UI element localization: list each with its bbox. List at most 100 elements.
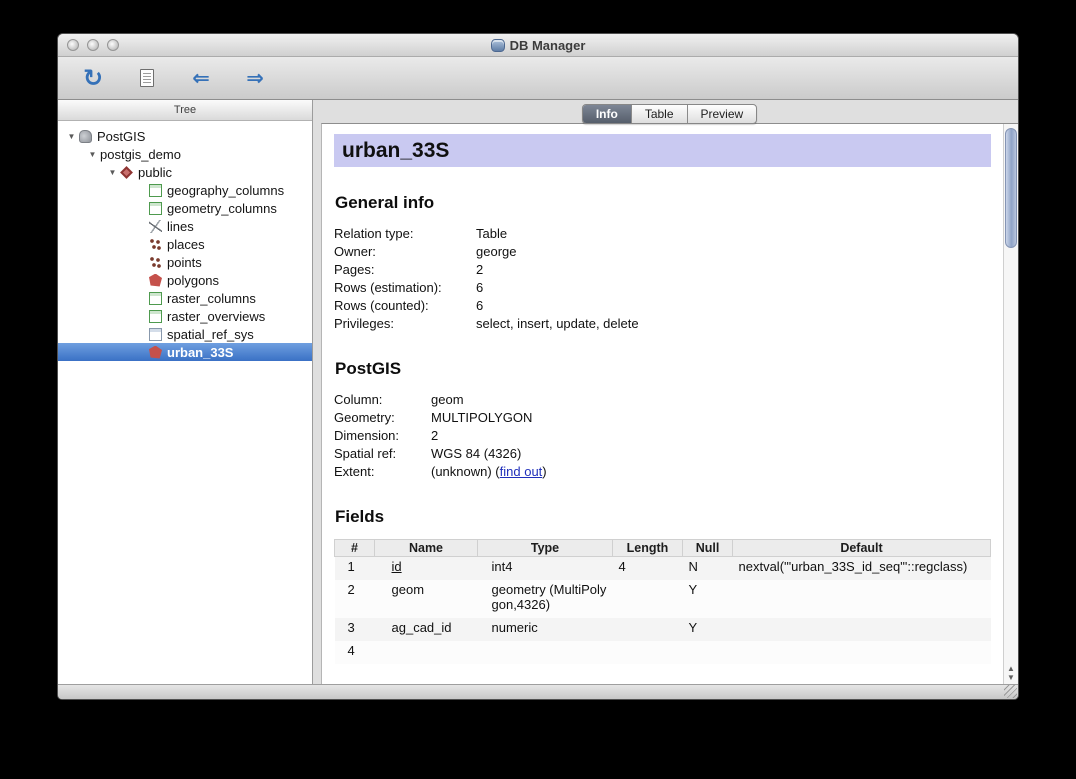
panel-splitter[interactable] <box>313 100 321 684</box>
primary-key-field: id <box>392 559 402 574</box>
points-layer-icon <box>149 256 162 269</box>
info-row: Relation type: Table <box>334 225 991 243</box>
column-header: Null <box>683 540 733 557</box>
field-row: 3 ag_cad_id numeric Y <box>335 618 991 641</box>
tree-item-label: places <box>167 237 205 252</box>
resize-grip[interactable] <box>1004 685 1017 698</box>
table-icon <box>149 328 162 341</box>
fields-header-row: # Name Type Length Null Default <box>335 540 991 557</box>
info-row: Pages: 2 <box>334 261 991 279</box>
disclosure-triangle-icon[interactable]: ▼ <box>66 132 77 141</box>
info-row: Rows (estimation): 6 <box>334 279 991 297</box>
tree-item-label: postgis_demo <box>100 147 181 162</box>
table-icon <box>149 202 162 215</box>
export-to-file-button[interactable]: ⇒ <box>238 61 272 95</box>
tree-panel-header: Tree <box>58 100 312 121</box>
column-header: Name <box>375 540 478 557</box>
tree-item-label: spatial_ref_sys <box>167 327 254 342</box>
info-row: Column: geom <box>334 391 991 409</box>
tree-item-label: geometry_columns <box>167 201 277 216</box>
tree-item-label: points <box>167 255 202 270</box>
tree-item-public[interactable]: ▼ public <box>58 163 312 181</box>
tree: ▼ PostGIS ▼ postgis_demo ▼ public <box>58 121 312 684</box>
info-row-extent: Extent: (unknown) (find out) <box>334 463 991 481</box>
import-icon: ⇐ <box>192 68 210 89</box>
polygons-layer-icon <box>149 274 162 287</box>
window-bottom-bar <box>58 684 1018 699</box>
info-row: Dimension: 2 <box>334 427 991 445</box>
import-layer-button[interactable]: ⇐ <box>184 61 218 95</box>
polygons-layer-icon <box>149 346 162 359</box>
tree-item-raster-columns[interactable]: raster_columns <box>58 289 312 307</box>
tree-item-raster-overviews[interactable]: raster_overviews <box>58 307 312 325</box>
tab-info[interactable]: Info <box>583 105 632 123</box>
table-icon <box>149 292 162 305</box>
tab-strip: Info Table Preview <box>321 100 1018 123</box>
lines-layer-icon <box>149 220 162 233</box>
info-row: Owner: george <box>334 243 991 261</box>
minimize-button[interactable] <box>87 39 99 51</box>
close-button[interactable] <box>67 39 79 51</box>
vertical-scrollbar[interactable]: ▲ ▼ <box>1003 124 1018 684</box>
tree-item-places[interactable]: places <box>58 235 312 253</box>
field-row: 1 id int4 4 N nextval('"urban_33S_id_seq… <box>335 557 991 581</box>
disclosure-triangle-icon[interactable]: ▼ <box>87 150 98 159</box>
tree-item-urban-33s[interactable]: urban_33S <box>58 343 312 361</box>
extent-value-close: ) <box>542 464 546 479</box>
table-icon <box>149 310 162 323</box>
field-row: 4 <box>335 641 991 664</box>
export-icon: ⇒ <box>246 68 264 89</box>
tabs: Info Table Preview <box>582 104 757 124</box>
tab-preview[interactable]: Preview <box>688 105 757 123</box>
zoom-button[interactable] <box>107 39 119 51</box>
scrollbar-thumb[interactable] <box>1005 128 1017 248</box>
tab-table[interactable]: Table <box>632 105 688 123</box>
column-header: Length <box>613 540 683 557</box>
fields-heading: Fields <box>335 507 991 527</box>
general-info-heading: General info <box>335 193 991 213</box>
sql-window-button[interactable] <box>130 61 164 95</box>
titlebar[interactable]: DB Manager <box>58 34 1018 57</box>
tree-item-lines[interactable]: lines <box>58 217 312 235</box>
info-row: Privileges: select, insert, update, dele… <box>334 315 991 333</box>
tree-item-postgis-demo[interactable]: ▼ postgis_demo <box>58 145 312 163</box>
tree-panel: Tree ▼ PostGIS ▼ postgis_demo ▼ pub <box>58 100 313 684</box>
tree-item-geography-columns[interactable]: geography_columns <box>58 181 312 199</box>
tree-item-postgis[interactable]: ▼ PostGIS <box>58 127 312 145</box>
refresh-icon: ↻ <box>83 66 103 90</box>
schema-icon <box>120 166 133 179</box>
tree-item-label: polygons <box>167 273 219 288</box>
postgis-section: Column: geom Geometry: MULTIPOLYGON Dime… <box>334 391 991 481</box>
postgis-icon <box>79 130 92 143</box>
tree-item-label: raster_overviews <box>167 309 265 324</box>
tree-item-label: geography_columns <box>167 183 284 198</box>
tree-item-label: lines <box>167 219 194 234</box>
fields-table: # Name Type Length Null Default <box>334 539 991 664</box>
disclosure-triangle-icon[interactable]: ▼ <box>107 168 118 177</box>
sql-window-icon <box>140 69 154 87</box>
refresh-button[interactable]: ↻ <box>76 61 110 95</box>
table-icon <box>149 184 162 197</box>
general-info-section: Relation type: Table Owner: george Pages… <box>334 225 991 333</box>
tree-item-label: public <box>138 165 172 180</box>
extent-value: (unknown) ( <box>431 464 500 479</box>
detail-panel: Info Table Preview urban_33S General inf… <box>321 100 1018 684</box>
scroll-down-icon[interactable]: ▼ <box>1004 673 1018 682</box>
tree-item-polygons[interactable]: polygons <box>58 271 312 289</box>
tree-item-label: PostGIS <box>97 129 145 144</box>
object-title: urban_33S <box>334 134 991 167</box>
tree-item-geometry-columns[interactable]: geometry_columns <box>58 199 312 217</box>
scroll-up-icon[interactable]: ▲ <box>1004 664 1018 673</box>
column-header: Default <box>733 540 991 557</box>
tree-item-label: raster_columns <box>167 291 256 306</box>
info-row: Geometry: MULTIPOLYGON <box>334 409 991 427</box>
tree-item-label: urban_33S <box>167 345 233 360</box>
window-controls <box>67 39 119 51</box>
field-row: 2 geom geometry (MultiPolygon,4326) Y <box>335 580 991 618</box>
info-row: Spatial ref: WGS 84 (4326) <box>334 445 991 463</box>
tree-item-points[interactable]: points <box>58 253 312 271</box>
tree-item-spatial-ref-sys[interactable]: spatial_ref_sys <box>58 325 312 343</box>
points-layer-icon <box>149 238 162 251</box>
find-out-link[interactable]: find out <box>500 464 543 479</box>
db-manager-window: DB Manager ↻ ⇐ ⇒ Tree <box>57 33 1019 700</box>
